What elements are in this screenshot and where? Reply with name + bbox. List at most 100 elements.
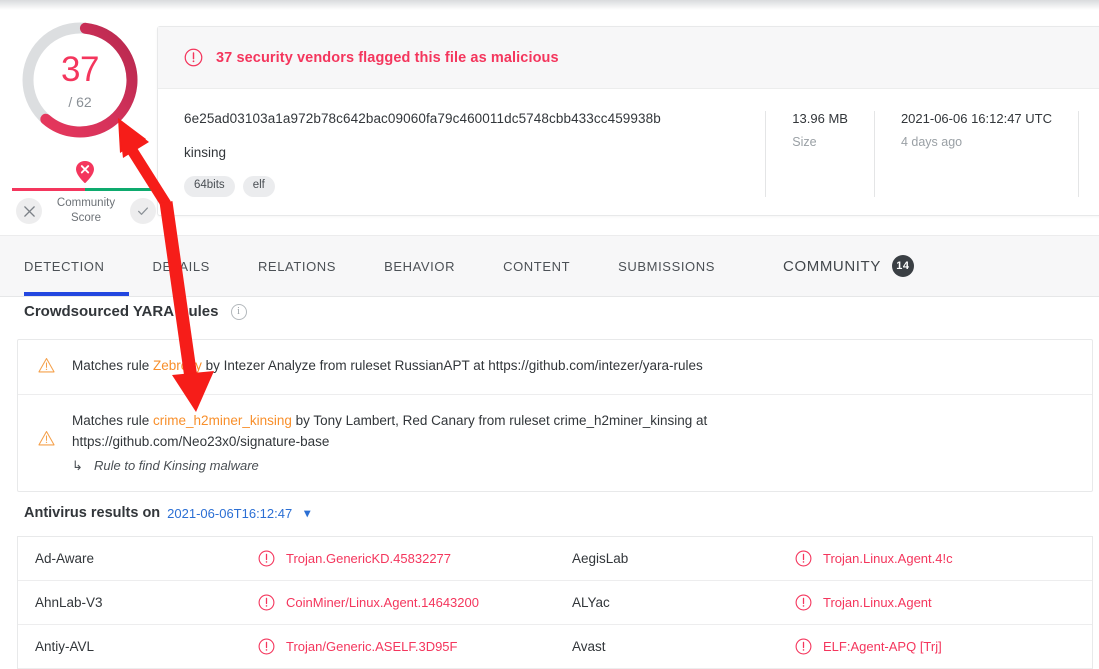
file-tag-elf[interactable]: elf xyxy=(243,176,275,197)
antivirus-heading-text: Antivirus results on xyxy=(24,505,160,521)
table-row: Ad-Aware Trojan.GenericKD.45832277 Aegis… xyxy=(18,537,1092,581)
av-detection-label[interactable]: Trojan.Linux.Agent xyxy=(823,595,932,610)
tab-content[interactable]: CONTENT xyxy=(479,236,594,296)
community-score-controls: Community Score xyxy=(16,196,156,226)
av-detection-result: Trojan/Generic.ASELF.3D95F xyxy=(258,638,457,655)
av-detection-result: CoinMiner/Linux.Agent.14643200 xyxy=(258,594,479,611)
community-score-bar-negative xyxy=(12,188,85,191)
tab-community[interactable]: COMMUNITY 14 xyxy=(739,236,938,296)
file-name: kinsing xyxy=(184,145,765,160)
detection-total: / 62 xyxy=(68,95,91,109)
tab-details-label: DETAILS xyxy=(153,259,210,274)
av-vendor-name: Avast xyxy=(555,639,795,654)
community-vote-down-button[interactable] xyxy=(16,198,42,224)
file-tag-list: 64bits elf xyxy=(184,176,765,197)
community-score-bar-positive xyxy=(85,188,158,191)
yara-section-heading: Crowdsourced YARA Rules i xyxy=(24,303,247,320)
av-detection-label[interactable]: Trojan.Linux.Agent.4!c xyxy=(823,551,953,566)
detection-count: 37 xyxy=(61,52,99,87)
file-tag-64bits[interactable]: 64bits xyxy=(184,176,235,197)
alert-circle-icon xyxy=(795,638,812,655)
av-vendor-name: Antiy-AVL xyxy=(18,639,258,654)
tab-detection-label: DETECTION xyxy=(24,259,105,274)
tab-detection[interactable]: DETECTION xyxy=(24,236,129,296)
yara-rule-0-prefix: Matches rule xyxy=(72,358,153,373)
file-size-value: 13.96 MB xyxy=(792,111,848,126)
detection-score-gauge[interactable]: 37 / 62 xyxy=(18,18,142,142)
file-detail-row: 6e25ad03103a1a972b78c642bac09060fa79c460… xyxy=(158,89,1099,215)
file-date-value: 2021-06-06 16:12:47 UTC xyxy=(901,111,1052,126)
tab-content-label: CONTENT xyxy=(503,259,570,274)
tab-list: DETECTION DETAILS RELATIONS BEHAVIOR CON… xyxy=(24,236,938,296)
av-vendor-name: Ad-Aware xyxy=(18,551,258,566)
tab-details[interactable]: DETAILS xyxy=(129,236,234,296)
community-score-label: Community Score xyxy=(49,196,123,226)
file-date-column: 2021-06-06 16:12:47 UTC 4 days ago xyxy=(874,111,1078,197)
av-detection-result: Trojan.Linux.Agent.4!c xyxy=(795,550,953,567)
av-cell-left: Antiy-AVL Trojan/Generic.ASELF.3D95F xyxy=(18,638,555,655)
tab-community-badge: 14 xyxy=(892,255,914,277)
av-vendor-name: AegisLab xyxy=(555,551,795,566)
file-hash[interactable]: 6e25ad03103a1a972b78c642bac09060fa79c460… xyxy=(184,111,765,126)
x-icon xyxy=(23,205,36,218)
tab-bar: DETECTION DETAILS RELATIONS BEHAVIOR CON… xyxy=(0,235,1099,297)
x-pin-icon xyxy=(73,160,97,184)
tab-active-underline xyxy=(24,292,129,296)
info-icon[interactable]: i xyxy=(231,304,247,320)
community-vote-up-button[interactable] xyxy=(130,198,156,224)
av-cell-right: AegisLab Trojan.Linux.Agent.4!c xyxy=(555,550,1092,567)
file-size-column: 13.96 MB Size xyxy=(765,111,874,197)
tab-behavior[interactable]: BEHAVIOR xyxy=(360,236,479,296)
tab-community-label: COMMUNITY xyxy=(783,258,881,275)
tab-relations-label: RELATIONS xyxy=(258,259,336,274)
community-score-label-line2: Score xyxy=(71,212,101,224)
file-identity-block: 6e25ad03103a1a972b78c642bac09060fa79c460… xyxy=(158,111,765,197)
file-summary-section: 37 / 62 Community Score xyxy=(0,10,1099,235)
yara-rule-zebrocy: Matches rule Zebrocy by Intezer Analyze … xyxy=(18,340,1092,394)
file-date-relative: 4 days ago xyxy=(901,135,1052,149)
antivirus-scan-date[interactable]: 2021-06-06T16:12:47 xyxy=(167,506,292,521)
av-detection-label[interactable]: Trojan/Generic.ASELF.3D95F xyxy=(286,639,457,654)
yara-rule-crime_h2miner_kinsing: Matches rule crime_h2miner_kinsing by To… xyxy=(18,394,1092,491)
file-info-card: 37 security vendors flagged this file as… xyxy=(157,26,1099,216)
alert-circle-icon xyxy=(258,550,275,567)
yara-rule-1-description: Rule to find Kinsing malware xyxy=(94,458,259,473)
av-detection-result: Trojan.GenericKD.45832277 xyxy=(258,550,451,567)
alert-circle-icon xyxy=(258,638,275,655)
top-gradient-strip xyxy=(0,0,1099,10)
file-size-label: Size xyxy=(792,135,848,149)
tab-behavior-label: BEHAVIOR xyxy=(384,259,455,274)
yara-rule-1-name[interactable]: crime_h2miner_kinsing xyxy=(153,413,292,428)
alert-circle-icon xyxy=(795,550,812,567)
corner-arrow-icon: ↳ xyxy=(72,455,83,476)
warning-triangle-icon xyxy=(38,410,68,476)
gauge-center-readout: 37 / 62 xyxy=(18,18,142,142)
yara-rule-0-suffix: by Intezer Analyze from ruleset RussianA… xyxy=(202,358,703,373)
av-cell-left: AhnLab-V3 CoinMiner/Linux.Agent.14643200 xyxy=(18,594,555,611)
community-score-widget: Community Score xyxy=(12,160,152,230)
malicious-banner-text: 37 security vendors flagged this file as… xyxy=(216,50,559,66)
yara-rule-0-name[interactable]: Zebrocy xyxy=(153,358,202,373)
table-row: Antiy-AVL Trojan/Generic.ASELF.3D95F Ava… xyxy=(18,625,1092,669)
av-detection-result: ELF:Agent-APQ [Trj] xyxy=(795,638,942,655)
av-detection-result: Trojan.Linux.Agent xyxy=(795,594,932,611)
tab-submissions[interactable]: SUBMISSIONS xyxy=(594,236,739,296)
file-meta-divider xyxy=(1078,111,1099,197)
av-detection-label[interactable]: Trojan.GenericKD.45832277 xyxy=(286,551,451,566)
check-icon xyxy=(136,204,150,218)
table-row: AhnLab-V3 CoinMiner/Linux.Agent.14643200… xyxy=(18,581,1092,625)
chevron-down-icon[interactable]: ▾ xyxy=(304,506,310,520)
antivirus-results-heading: Antivirus results on 2021-06-06T16:12:47… xyxy=(24,505,310,521)
yara-rule-zebrocy-text: Matches rule Zebrocy by Intezer Analyze … xyxy=(68,355,703,379)
tab-submissions-label: SUBMISSIONS xyxy=(618,259,715,274)
av-detection-label[interactable]: ELF:Agent-APQ [Trj] xyxy=(823,639,942,654)
community-score-label-line1: Community xyxy=(57,197,115,209)
yara-rules-card: Matches rule Zebrocy by Intezer Analyze … xyxy=(17,339,1093,492)
alert-circle-icon xyxy=(184,48,203,67)
tab-relations[interactable]: RELATIONS xyxy=(234,236,360,296)
av-cell-left: Ad-Aware Trojan.GenericKD.45832277 xyxy=(18,550,555,567)
av-vendor-name: ALYac xyxy=(555,595,795,610)
warning-triangle-icon xyxy=(38,355,68,379)
av-detection-label[interactable]: CoinMiner/Linux.Agent.14643200 xyxy=(286,595,479,610)
av-vendor-name: AhnLab-V3 xyxy=(18,595,258,610)
